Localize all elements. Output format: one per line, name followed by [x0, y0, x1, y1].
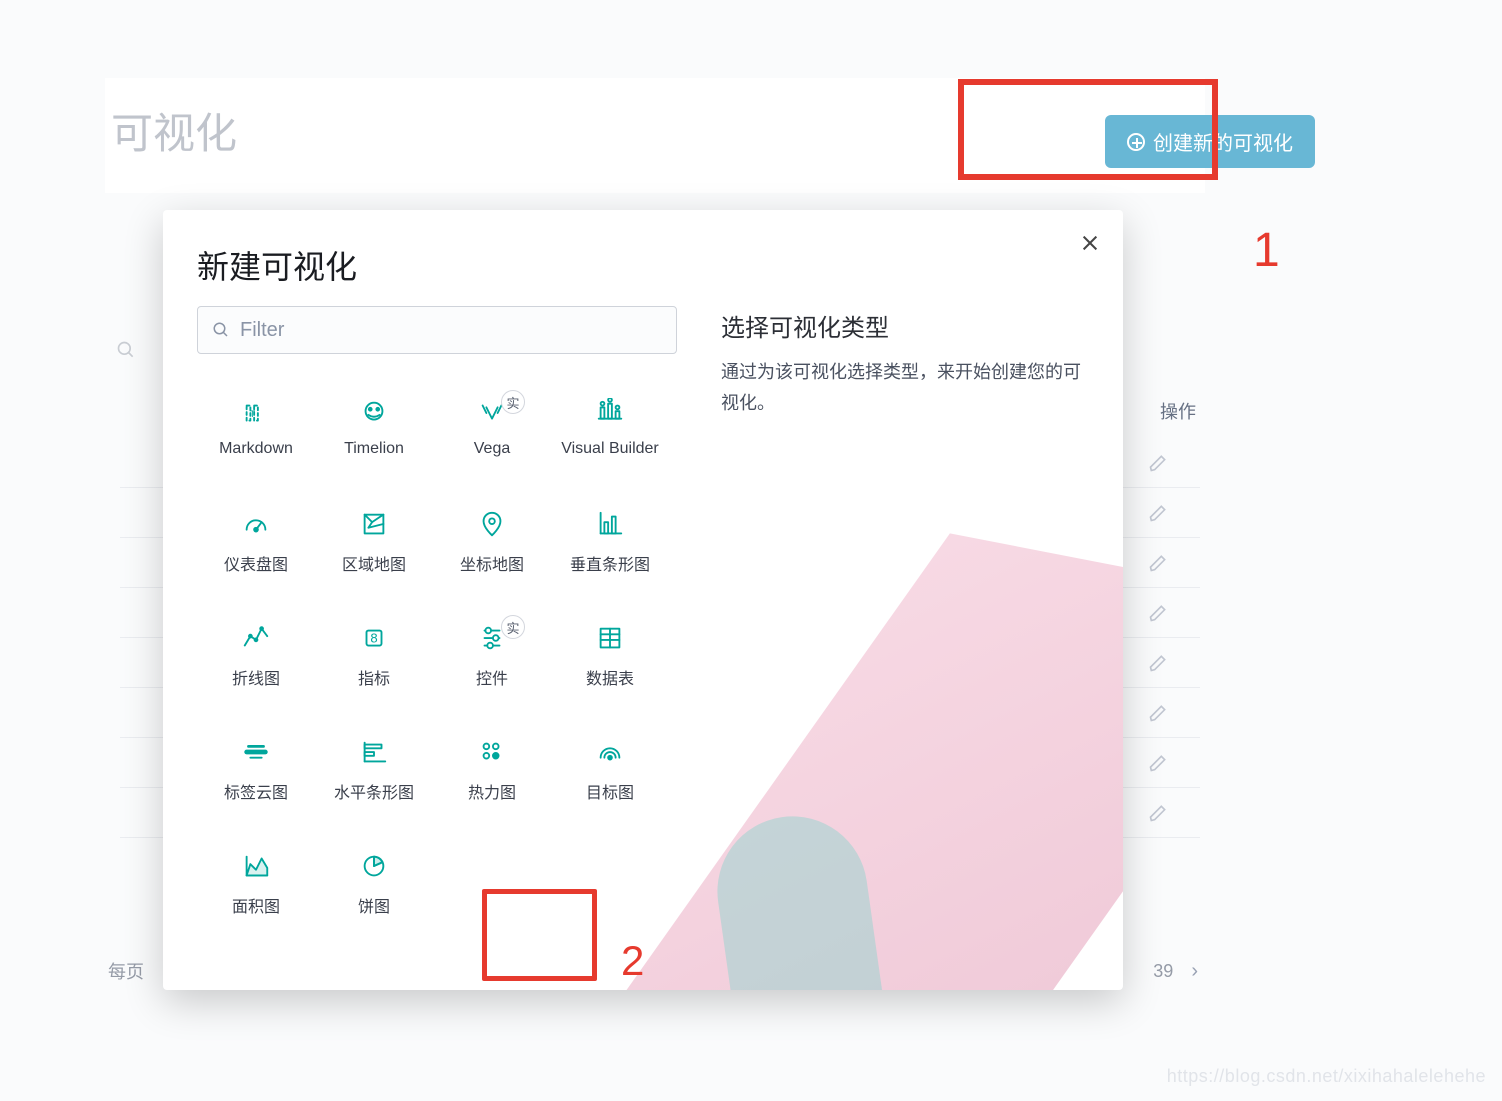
viz-type-pie[interactable]: 饼图 — [315, 838, 433, 930]
viz-label: Timelion — [344, 440, 404, 458]
search-icon — [212, 321, 230, 339]
viz-type-goal[interactable]: 目标图 — [551, 724, 669, 816]
create-visualization-button[interactable]: 创建新的可视化 — [1105, 115, 1315, 168]
modal-body: Filter T Markdown Timelion 实 Vega Visual Buil… — [163, 306, 1123, 986]
edit-icon[interactable] — [1148, 553, 1168, 573]
right-panel-description: 通过为该可视化选择类型，来开始创建您的可视化。 — [721, 357, 1087, 418]
viz-type-heatmap[interactable]: 热力图 — [433, 724, 551, 816]
modal-title: 新建可视化 — [163, 210, 1123, 306]
column-header-actions: 操作 — [1160, 398, 1196, 424]
viz-type-line[interactable]: 折线图 — [197, 610, 315, 702]
visualization-grid: T Markdown Timelion 实 Vega Visual Builder 仪表盘图… — [197, 382, 687, 930]
svg-text:T: T — [249, 409, 255, 419]
viz-label: 饼图 — [358, 893, 390, 917]
heatmap-icon — [477, 737, 507, 767]
close-icon[interactable] — [1079, 232, 1101, 254]
viz-type-markdown[interactable]: T Markdown — [197, 382, 315, 474]
watermark: https://blog.csdn.net/xixihahalelehehe — [1167, 1066, 1486, 1087]
plus-circle-icon — [1127, 133, 1145, 151]
timelion-icon — [359, 398, 389, 428]
svg-text:8: 8 — [370, 631, 377, 646]
edit-icon[interactable] — [1148, 503, 1168, 523]
gauge-icon — [241, 509, 271, 539]
viz-type-controls[interactable]: 实控件 — [433, 610, 551, 702]
experimental-badge: 实 — [501, 615, 525, 639]
viz-type-regionmap[interactable]: 区域地图 — [315, 496, 433, 588]
vega-icon: 实 — [477, 398, 507, 428]
viz-type-vega[interactable]: 实 Vega — [433, 382, 551, 474]
hbar-icon — [359, 737, 389, 767]
viz-label: 热力图 — [468, 779, 516, 803]
viz-label: 目标图 — [586, 779, 634, 803]
viz-label: 标签云图 — [224, 779, 288, 803]
main-panel: 可视化 — [105, 78, 1205, 193]
viz-type-timelion[interactable]: Timelion — [315, 382, 433, 474]
create-button-label: 创建新的可视化 — [1153, 127, 1293, 156]
edit-icon[interactable] — [1148, 753, 1168, 773]
tagcloud-icon — [241, 737, 271, 767]
edit-icon[interactable] — [1148, 803, 1168, 823]
markdown-icon: T — [241, 398, 271, 428]
experimental-badge: 实 — [501, 390, 525, 414]
area-icon — [241, 851, 271, 881]
filter-placeholder: Filter — [240, 319, 284, 342]
right-panel-title: 选择可视化类型 — [721, 308, 1087, 343]
viz-type-gauge[interactable]: 仪表盘图 — [197, 496, 315, 588]
chevron-right-icon[interactable]: › — [1191, 960, 1198, 983]
viz-type-vbar[interactable]: 垂直条形图 — [551, 496, 669, 588]
regionmap-icon — [359, 509, 389, 539]
viz-label: 垂直条形图 — [570, 551, 650, 575]
pie-icon — [359, 851, 389, 881]
controls-icon: 实 — [477, 623, 507, 653]
line-icon — [241, 623, 271, 653]
viz-label: 数据表 — [586, 665, 634, 689]
viz-type-datatable[interactable]: 数据表 — [551, 610, 669, 702]
datatable-icon — [595, 623, 625, 653]
viz-type-area[interactable]: 面积图 — [197, 838, 315, 930]
viz-label: 折线图 — [232, 665, 280, 689]
viz-label: 控件 — [476, 665, 508, 689]
viz-label: 区域地图 — [342, 551, 406, 575]
coordmap-icon — [477, 509, 507, 539]
viz-type-tagcloud[interactable]: 标签云图 — [197, 724, 315, 816]
annotation-number-2: 2 — [621, 937, 644, 985]
viz-label: 指标 — [358, 665, 390, 689]
page-title: 可视化 — [105, 100, 1205, 161]
viz-type-hbar[interactable]: 水平条形图 — [315, 724, 433, 816]
viz-label: 坐标地图 — [460, 551, 524, 575]
per-page-label[interactable]: 每页 — [108, 958, 144, 984]
viz-label: 面积图 — [232, 893, 280, 917]
new-visualization-modal: 新建可视化 Filter T Markdown Timelion 实 Vega Visua… — [163, 210, 1123, 990]
edit-icon[interactable] — [1148, 603, 1168, 623]
viz-type-metric[interactable]: 8 指标 — [315, 610, 433, 702]
edit-icon[interactable] — [1148, 703, 1168, 723]
viz-label: Vega — [474, 440, 510, 458]
filter-input[interactable]: Filter — [197, 306, 677, 354]
viz-label: Visual Builder — [561, 440, 659, 458]
viz-label: 仪表盘图 — [224, 551, 288, 575]
viz-label: 水平条形图 — [334, 779, 414, 803]
edit-icon[interactable] — [1148, 453, 1168, 473]
page-number[interactable]: 39 — [1153, 961, 1173, 982]
metric-icon: 8 — [359, 623, 389, 653]
vbar-icon — [595, 509, 625, 539]
viz-label: Markdown — [219, 440, 293, 458]
modal-left: Filter T Markdown Timelion 实 Vega Visual Buil… — [197, 306, 687, 986]
annotation-number-1: 1 — [1253, 223, 1280, 278]
visualbuilder-icon — [595, 398, 625, 428]
search-icon — [116, 340, 136, 360]
goal-icon — [595, 737, 625, 767]
viz-type-visualbuilder[interactable]: Visual Builder — [551, 382, 669, 474]
viz-type-coordmap[interactable]: 坐标地图 — [433, 496, 551, 588]
edit-icon[interactable] — [1148, 653, 1168, 673]
